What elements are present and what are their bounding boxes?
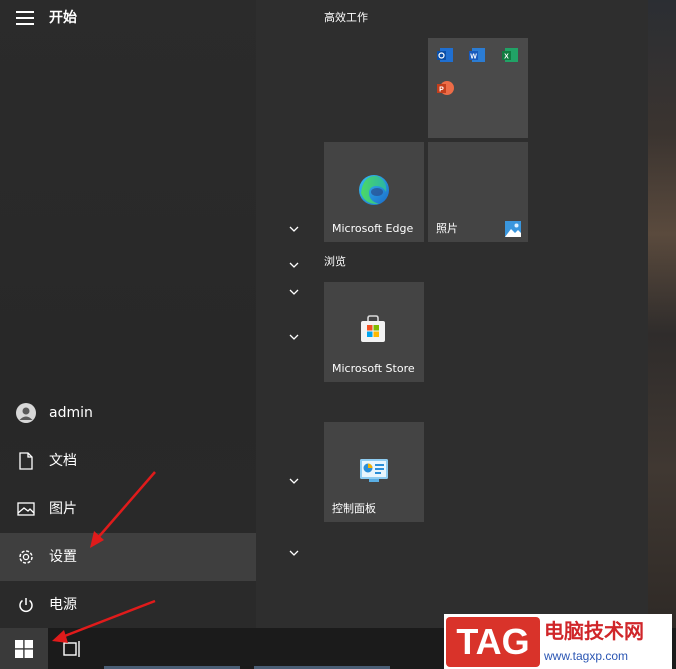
- task-view-button[interactable]: [52, 628, 90, 669]
- tile-label: 照片: [436, 222, 458, 235]
- sidebar-item-pictures[interactable]: 图片: [0, 485, 256, 533]
- edge-icon: [359, 175, 389, 205]
- sidebar-item-label: 文档: [49, 453, 77, 469]
- document-icon: [16, 451, 36, 471]
- outlook-icon: [437, 48, 453, 62]
- sidebar-item-documents[interactable]: 文档: [0, 437, 256, 485]
- sidebar-item-power[interactable]: 电源: [0, 581, 256, 629]
- svg-text:X: X: [504, 54, 509, 61]
- watermark-url: www.tagxp.com: [544, 649, 629, 663]
- control-panel-tile[interactable]: 控制面板: [324, 422, 424, 522]
- svg-text:W: W: [470, 54, 477, 61]
- picture-icon: [16, 499, 36, 519]
- excel-icon: X: [502, 48, 518, 62]
- store-icon: [361, 315, 385, 342]
- group-title-browse[interactable]: 浏览: [324, 254, 346, 270]
- chevron-down-icon[interactable]: [286, 473, 302, 489]
- tile-label: Microsoft Edge: [332, 222, 414, 235]
- watermark-logo: TAG 电脑技术网 www.tagxp.com: [444, 614, 672, 669]
- watermark-tag-badge: TAG: [446, 617, 540, 667]
- start-title: 开始: [49, 10, 77, 26]
- chevron-down-icon[interactable]: [286, 329, 302, 345]
- sidebar-item-label: admin: [49, 405, 93, 421]
- tile-label: Microsoft Store: [332, 362, 415, 375]
- store-tile[interactable]: Microsoft Store: [324, 282, 424, 382]
- tile-label: 控制面板: [332, 502, 376, 515]
- chevron-down-icon[interactable]: [286, 257, 302, 273]
- sidebar-item-label: 图片: [49, 501, 77, 517]
- svg-text:P: P: [439, 87, 444, 94]
- chevron-down-icon[interactable]: [286, 284, 302, 300]
- start-menu: 开始 admin 文档 图片 设置 电源 高效工作 浏览 W X P Micro…: [0, 0, 648, 628]
- group-title-productivity[interactable]: 高效工作: [324, 10, 368, 26]
- photos-tile[interactable]: 照片: [428, 142, 528, 242]
- task-view-icon: [63, 641, 80, 657]
- watermark-tag-text: TAG: [456, 621, 530, 662]
- edge-tile[interactable]: Microsoft Edge: [324, 142, 424, 242]
- word-icon: W: [469, 48, 485, 62]
- sidebar-item-label: 电源: [49, 597, 77, 613]
- sidebar-item-settings[interactable]: 设置: [0, 533, 256, 581]
- control-panel-icon: [360, 459, 388, 482]
- chevron-down-icon[interactable]: [286, 221, 302, 237]
- desktop-wallpaper: [648, 0, 676, 669]
- start-button[interactable]: [0, 628, 48, 669]
- hamburger-menu-icon[interactable]: [16, 11, 34, 25]
- windows-logo-icon: [15, 640, 33, 658]
- sidebar-item-label: 设置: [49, 549, 77, 565]
- start-sidebar: 开始 admin 文档 图片 设置 电源: [0, 0, 256, 628]
- photos-icon: [505, 221, 521, 237]
- gear-icon: [16, 547, 36, 567]
- powerpoint-icon: P: [437, 81, 454, 95]
- watermark-site-name: 电脑技术网: [544, 619, 644, 643]
- chevron-down-icon[interactable]: [286, 545, 302, 561]
- user-avatar-icon: [16, 403, 36, 423]
- office-apps-tile[interactable]: W X P: [428, 38, 528, 138]
- sidebar-item-user[interactable]: admin: [0, 389, 256, 437]
- power-icon: [16, 595, 36, 615]
